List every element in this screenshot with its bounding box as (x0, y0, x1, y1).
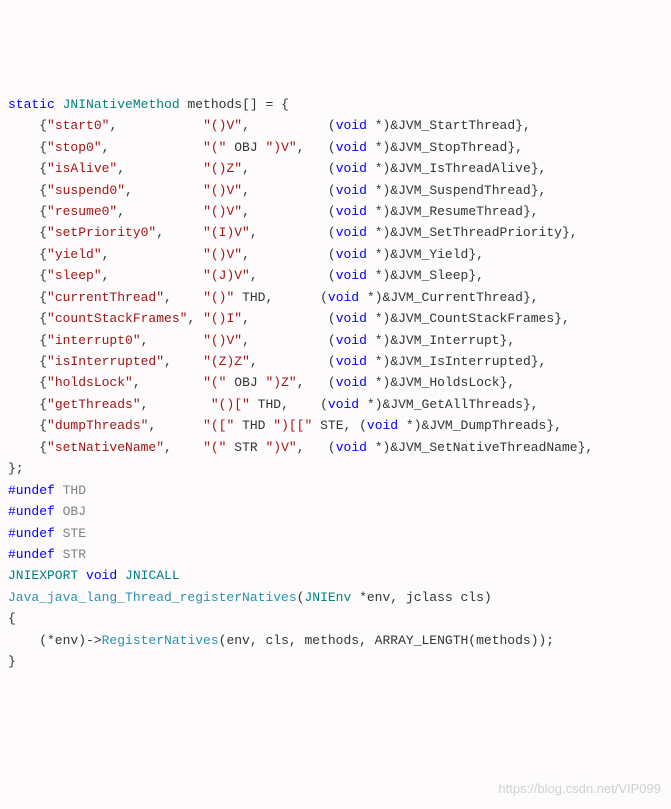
kw-static: static (8, 97, 55, 112)
methods-decl: methods[] = { (180, 97, 289, 112)
open-brace: { (8, 611, 16, 626)
code-block: static JNINativeMethod methods[] = { {"s… (8, 94, 663, 673)
body-pre: (*env)-> (8, 633, 102, 648)
undef-kw: #undef (8, 526, 55, 541)
void-kw: void (86, 568, 117, 583)
entries-container: {"start0", "()V", (void *)&JVM_StartThre… (8, 118, 593, 455)
type-jni: JNINativeMethod (63, 97, 180, 112)
jniexport: JNIEXPORT (8, 568, 78, 583)
jnicall: JNICALL (117, 568, 179, 583)
func-params: *env, jclass cls) (351, 590, 491, 605)
body-post: (env, cls, methods, ARRAY_LENGTH(methods… (219, 633, 554, 648)
undef-kw: #undef (8, 483, 55, 498)
close-brace2: } (8, 654, 16, 669)
undef-str: STR (55, 547, 86, 562)
undef-kw: #undef (8, 504, 55, 519)
undef-ste: STE (55, 526, 86, 541)
paren-open: ( (297, 590, 305, 605)
undef-thd: THD (55, 483, 86, 498)
close-brace: }; (8, 461, 24, 476)
undef-obj: OBJ (55, 504, 86, 519)
jnienv-type: JNIEnv (304, 590, 351, 605)
func-name: Java_java_lang_Thread_registerNatives (8, 590, 297, 605)
register-natives: RegisterNatives (102, 633, 219, 648)
watermark: https://blog.csdn.net/VIP099 (498, 778, 661, 799)
undef-kw: #undef (8, 547, 55, 562)
